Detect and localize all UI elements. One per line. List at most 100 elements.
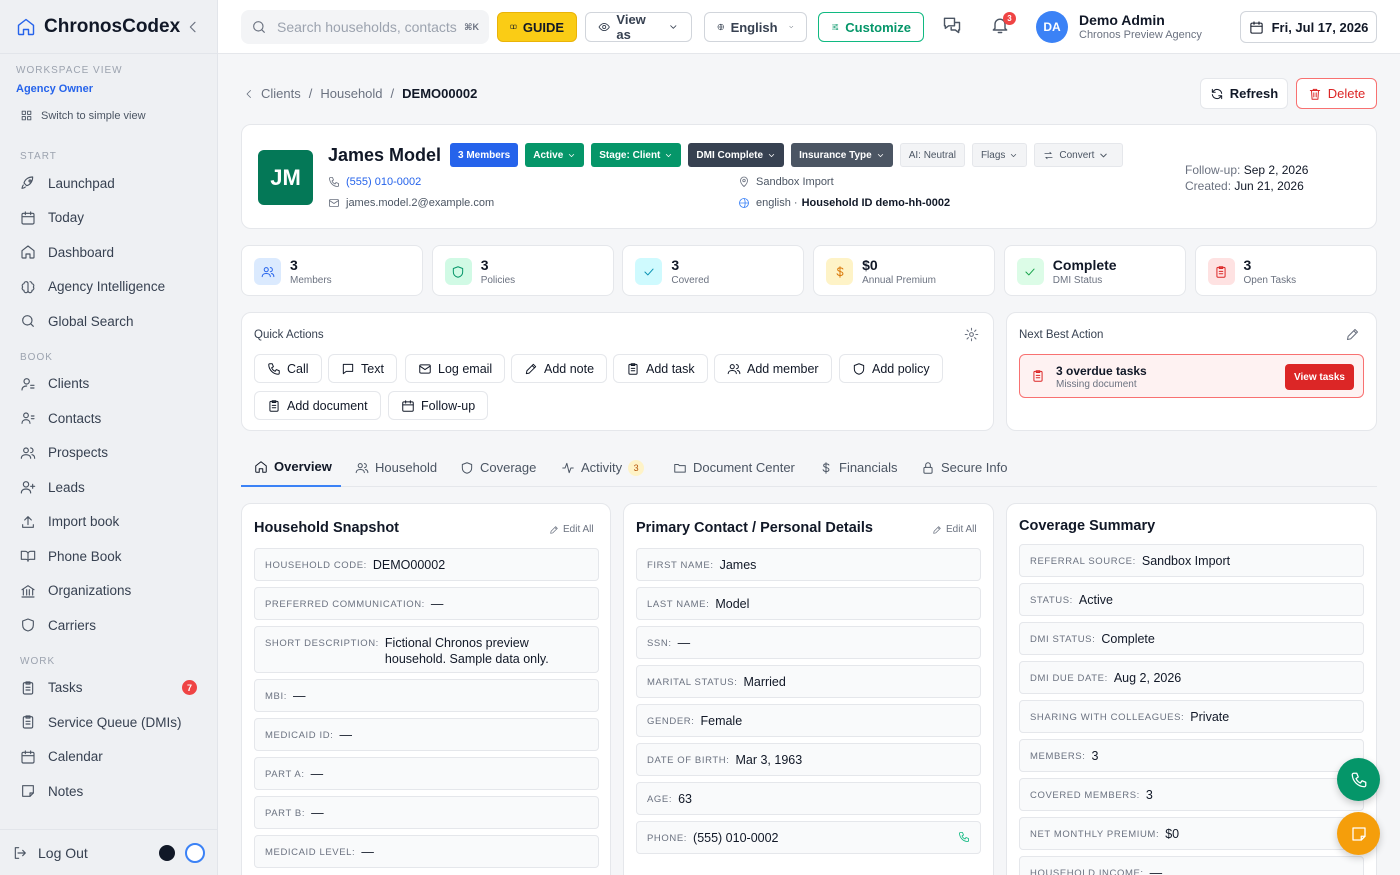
ai-sentiment-chip[interactable]: AI: Neutral [899,143,965,167]
add-policy-button[interactable]: Add policy [839,354,943,383]
field-household-income[interactable]: Household income: — [1019,856,1364,875]
sidebar-item-calendar[interactable]: Calendar [0,740,217,775]
delete-button[interactable]: Delete [1296,78,1377,109]
tab-activity[interactable]: Activity 3 [561,448,645,487]
switch-simple-view-link[interactable]: Switch to simple view [0,95,217,122]
field-dmi-status[interactable]: DMI status: Complete [1019,622,1364,655]
sidebar-item-import-book[interactable]: Import book [0,505,217,540]
add-document-button[interactable]: Add document [254,391,381,420]
field-short-description[interactable]: Short description: Fictional Chronos prev… [254,626,599,673]
breadcrumb-clients[interactable]: Clients [261,86,301,101]
chevron-left-icon[interactable] [243,88,255,100]
dark-theme-toggle[interactable] [159,844,175,861]
sidebar-item-agency-intelligence[interactable]: Agency Intelligence [0,270,217,305]
field-ssn[interactable]: SSN: — [636,626,981,659]
tab-financials[interactable]: Financials [819,448,898,487]
profile-email[interactable]: james.model.2@example.com [346,197,494,209]
field-gender[interactable]: Gender: Female [636,704,981,737]
sidebar-item-prospects[interactable]: Prospects [0,436,217,471]
call-fab[interactable] [1337,758,1380,801]
phone-icon[interactable] [958,831,970,843]
tab-coverage[interactable]: Coverage [460,448,536,487]
notes-fab[interactable] [1337,812,1380,855]
view-tasks-button[interactable]: View tasks [1285,364,1354,390]
field-marital-status[interactable]: Marital status: Married [636,665,981,698]
tab-document-center[interactable]: Document Center [673,448,795,487]
customize-button[interactable]: Customize [818,12,924,42]
tab-secure-info[interactable]: Secure Info [921,448,1008,487]
sidebar-item-leads[interactable]: Leads [0,470,217,505]
sidebar-item-global-search[interactable]: Global Search [0,304,217,339]
language-dropdown[interactable]: English [704,12,807,42]
flags-chip[interactable]: Flags [971,143,1028,167]
logout-link[interactable]: Log Out [38,845,159,861]
add-task-button[interactable]: Add task [613,354,708,383]
edit-all-button[interactable]: Edit All [932,524,977,535]
field-members[interactable]: Members: 3 [1019,739,1364,772]
sidebar-item-contacts[interactable]: Contacts [0,401,217,436]
sidebar-item-tasks[interactable]: Tasks 7 [0,671,217,706]
messages-icon[interactable] [942,15,962,35]
logout-icon[interactable] [12,845,28,861]
field-preferred-communication[interactable]: Preferred communication: — [254,587,599,620]
field-household-code[interactable]: Household code: DEMO00002 [254,548,599,581]
field-mbi[interactable]: MBI: — [254,679,599,712]
field-medicaid-id[interactable]: Medicaid ID: — [254,718,599,751]
light-theme-toggle[interactable] [185,842,205,863]
edit-all-button[interactable]: Edit All [549,524,594,535]
sidebar-item-service-queue-dmis[interactable]: Service Queue (DMIs) [0,705,217,740]
field-date-of-birth[interactable]: Date of birth: Mar 3, 1963 [636,743,981,776]
notifications-bell-icon[interactable]: 3 [990,12,1016,35]
sidebar-item-notes[interactable]: Notes [0,774,217,809]
profile-phone-link[interactable]: (555) 010-0002 [346,176,421,188]
refresh-button[interactable]: Refresh [1200,78,1288,109]
convert-chip[interactable]: Convert [1034,143,1124,167]
add-member-button[interactable]: Add member [714,354,832,383]
field-part-b[interactable]: Part B: — [254,796,599,829]
home-logo-icon[interactable] [16,17,36,37]
user-name[interactable]: Demo Admin [1079,12,1165,28]
text-button[interactable]: Text [328,354,397,383]
view-as-dropdown[interactable]: View as [585,12,692,42]
field-part-a[interactable]: Part A: — [254,757,599,790]
app-name[interactable]: ChronosCodex [44,16,185,38]
insurance-type-chip[interactable]: Insurance Type [791,143,893,167]
date-picker[interactable]: Fri, Jul 17, 2026 [1240,11,1377,43]
log-email-button[interactable]: Log email [405,354,506,383]
field-covered-members[interactable]: Covered members: 3 [1019,778,1364,811]
field-age[interactable]: Age: 63 [636,782,981,815]
collapse-sidebar-icon[interactable] [185,19,201,35]
field-sharing-with-colleagues[interactable]: Sharing with colleagues: Private [1019,700,1364,733]
pencil-icon[interactable] [1345,327,1360,342]
stage-chip[interactable]: Stage: Client [591,143,682,167]
field-phone[interactable]: Phone: (555) 010-0002 [636,821,981,854]
tab-overview[interactable]: Overview [241,448,341,487]
sidebar-item-launchpad[interactable]: Launchpad [0,166,217,201]
follow-up-button[interactable]: Follow-up [388,391,489,420]
members-chip[interactable]: 3 Members [450,143,519,167]
field-first-name[interactable]: First name: James [636,548,981,581]
field-last-name[interactable]: Last name: Model [636,587,981,620]
field-medicaid-level[interactable]: Medicaid level: — [254,835,599,868]
global-search[interactable]: ⌘K [241,10,489,44]
sidebar-item-dashboard[interactable]: Dashboard [0,235,217,270]
guide-button[interactable]: GUIDE [497,12,577,42]
add-note-button[interactable]: Add note [511,354,608,383]
field-dmi-due-date[interactable]: DMI due date: Aug 2, 2026 [1019,661,1364,694]
sidebar-item-carriers[interactable]: Carriers [0,608,217,643]
gear-icon[interactable] [964,327,979,342]
field-net-monthly-premium[interactable]: Net monthly premium: $0 [1019,817,1364,850]
status-chip[interactable]: Active [525,143,585,167]
dmi-chip[interactable]: DMI Complete [688,143,785,167]
call-button[interactable]: Call [254,354,322,383]
tab-household[interactable]: Household [355,448,437,487]
workspace-role[interactable]: Agency Owner [0,76,217,95]
field-status[interactable]: Status: Active [1019,583,1364,616]
sidebar-item-today[interactable]: Today [0,201,217,236]
field-referral-source[interactable]: Referral source: Sandbox Import [1019,544,1364,577]
search-input[interactable] [277,19,465,35]
breadcrumb-household[interactable]: Household [320,86,382,101]
sidebar-item-phone-book[interactable]: Phone Book [0,539,217,574]
sidebar-item-organizations[interactable]: Organizations [0,574,217,609]
sidebar-item-clients[interactable]: Clients [0,367,217,402]
